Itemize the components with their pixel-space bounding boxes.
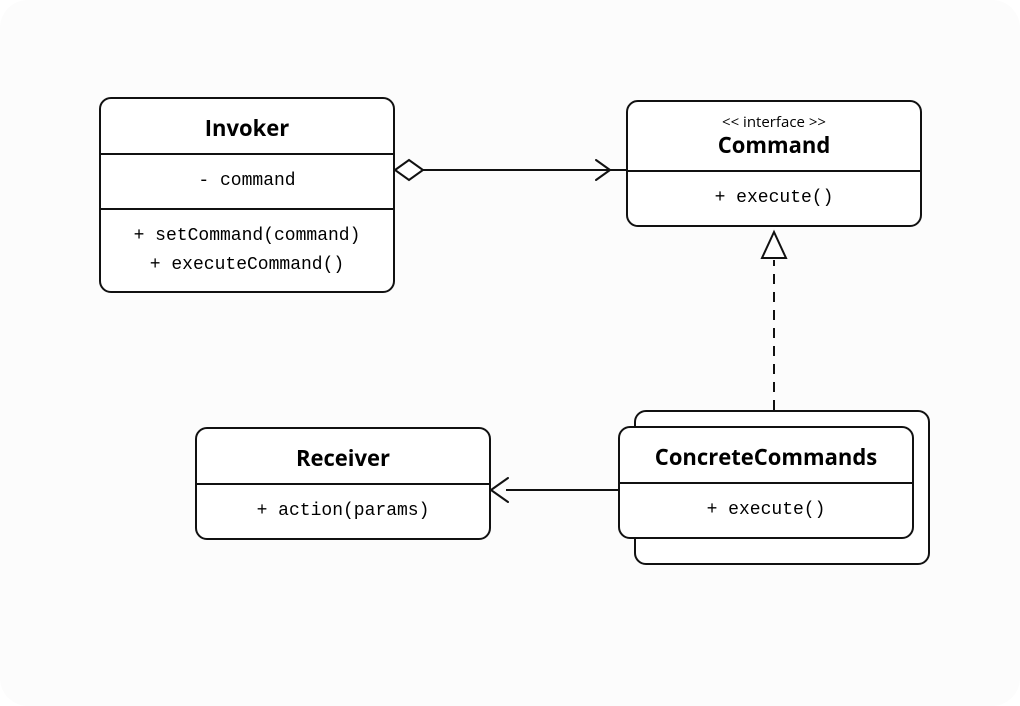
class-concrete-operations: + execute() xyxy=(620,482,912,537)
aggregation-invoker-command xyxy=(395,160,626,180)
class-invoker-operations: + setCommand(command) + executeCommand() xyxy=(101,208,393,292)
class-concrete-title: ConcreteCommands xyxy=(620,428,912,482)
interface-command: << interface >> Command + execute() xyxy=(626,100,922,227)
class-invoker-title: Invoker xyxy=(101,99,393,153)
class-receiver-title: Receiver xyxy=(197,429,489,483)
diagram-canvas: Invoker - command + setCommand(command) … xyxy=(0,0,1020,706)
class-invoker: Invoker - command + setCommand(command) … xyxy=(99,97,395,293)
association-concrete-receiver xyxy=(491,478,618,502)
class-receiver-operations: + action(params) xyxy=(197,483,489,538)
op-setcommand: + setCommand(command) xyxy=(111,222,383,251)
class-invoker-attributes: - command xyxy=(101,153,393,208)
class-receiver: Receiver + action(params) xyxy=(195,427,491,540)
realization-concrete-command xyxy=(762,232,786,410)
interface-command-title: Command xyxy=(628,126,920,170)
op-executecommand: + executeCommand() xyxy=(111,251,383,280)
interface-command-operations: + execute() xyxy=(628,170,920,225)
class-concrete-commands: ConcreteCommands + execute() xyxy=(618,426,914,539)
